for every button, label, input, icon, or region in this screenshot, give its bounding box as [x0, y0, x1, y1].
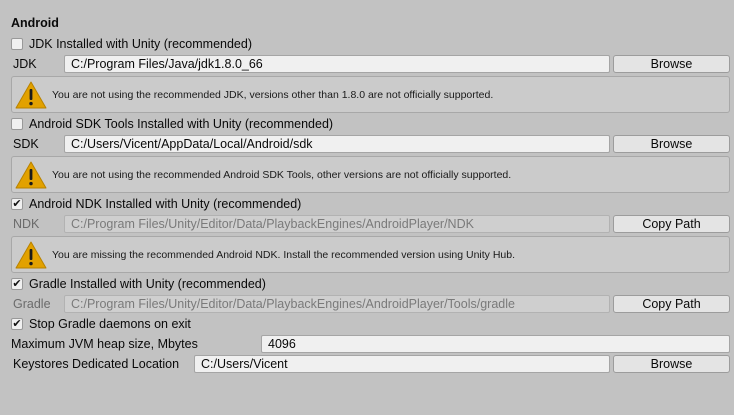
stop-gradle-daemons-toggle[interactable]: ✔ Stop Gradle daemons on exit	[11, 316, 191, 332]
sdk-warning-box: You are not using the recommended Androi…	[11, 156, 730, 193]
ndk-installed-checkbox[interactable]: ✔	[11, 198, 23, 210]
stop-gradle-daemons-checkbox[interactable]: ✔	[11, 318, 23, 330]
gradle-installed-checkbox[interactable]: ✔	[11, 278, 23, 290]
ndk-installed-toggle[interactable]: ✔ Android NDK Installed with Unity (reco…	[11, 196, 301, 212]
gradle-path-field: C:/Program Files/Unity/Editor/Data/Playb…	[64, 295, 610, 313]
gradle-installed-toggle[interactable]: ✔ Gradle Installed with Unity (recommend…	[11, 276, 266, 292]
jdk-field-label: JDK	[13, 57, 37, 71]
checkmark-icon: ✔	[12, 317, 22, 330]
sdk-field-label: SDK	[13, 137, 39, 151]
checkmark-icon: ✔	[12, 277, 22, 290]
ndk-warning-box: You are missing the recommended Android …	[11, 236, 730, 273]
keystores-location-field[interactable]: C:/Users/Vicent	[194, 355, 610, 373]
sdk-path-field[interactable]: C:/Users/Vicent/AppData/Local/Android/sd…	[64, 135, 610, 153]
keystores-browse-button[interactable]: Browse	[613, 355, 730, 373]
jdk-installed-label: JDK Installed with Unity (recommended)	[29, 37, 252, 51]
warning-triangle-icon	[15, 81, 47, 108]
jvm-heap-field[interactable]: 4096	[261, 335, 730, 353]
warning-triangle-icon	[15, 241, 47, 268]
gradle-field-label: Gradle	[13, 297, 51, 311]
warning-triangle-icon	[15, 161, 47, 188]
sdk-warning-text: You are not using the recommended Androi…	[52, 168, 512, 181]
section-title: Android	[11, 16, 59, 30]
gradle-installed-label: Gradle Installed with Unity (recommended…	[29, 277, 266, 291]
checkmark-icon: ✔	[12, 197, 22, 210]
keystores-location-label: Keystores Dedicated Location	[13, 357, 180, 371]
sdk-installed-checkbox[interactable]	[11, 118, 23, 130]
sdk-browse-button[interactable]: Browse	[613, 135, 730, 153]
jdk-warning-text: You are not using the recommended JDK, v…	[52, 88, 494, 101]
sdk-installed-toggle[interactable]: Android SDK Tools Installed with Unity (…	[11, 116, 333, 132]
jdk-warning-box: You are not using the recommended JDK, v…	[11, 76, 730, 113]
jdk-installed-checkbox[interactable]	[11, 38, 23, 50]
jdk-browse-button[interactable]: Browse	[613, 55, 730, 73]
ndk-copy-path-button[interactable]: Copy Path	[613, 215, 730, 233]
ndk-installed-label: Android NDK Installed with Unity (recomm…	[29, 197, 302, 211]
stop-gradle-daemons-label: Stop Gradle daemons on exit	[29, 317, 191, 331]
ndk-path-field: C:/Program Files/Unity/Editor/Data/Playb…	[64, 215, 610, 233]
sdk-installed-label: Android SDK Tools Installed with Unity (…	[29, 117, 334, 131]
jdk-installed-toggle[interactable]: JDK Installed with Unity (recommended)	[11, 36, 252, 52]
jvm-heap-label: Maximum JVM heap size, Mbytes	[11, 337, 198, 351]
jdk-path-field[interactable]: C:/Program Files/Java/jdk1.8.0_66	[64, 55, 610, 73]
ndk-field-label: NDK	[13, 217, 40, 231]
gradle-copy-path-button[interactable]: Copy Path	[613, 295, 730, 313]
ndk-warning-text: You are missing the recommended Android …	[52, 248, 516, 261]
